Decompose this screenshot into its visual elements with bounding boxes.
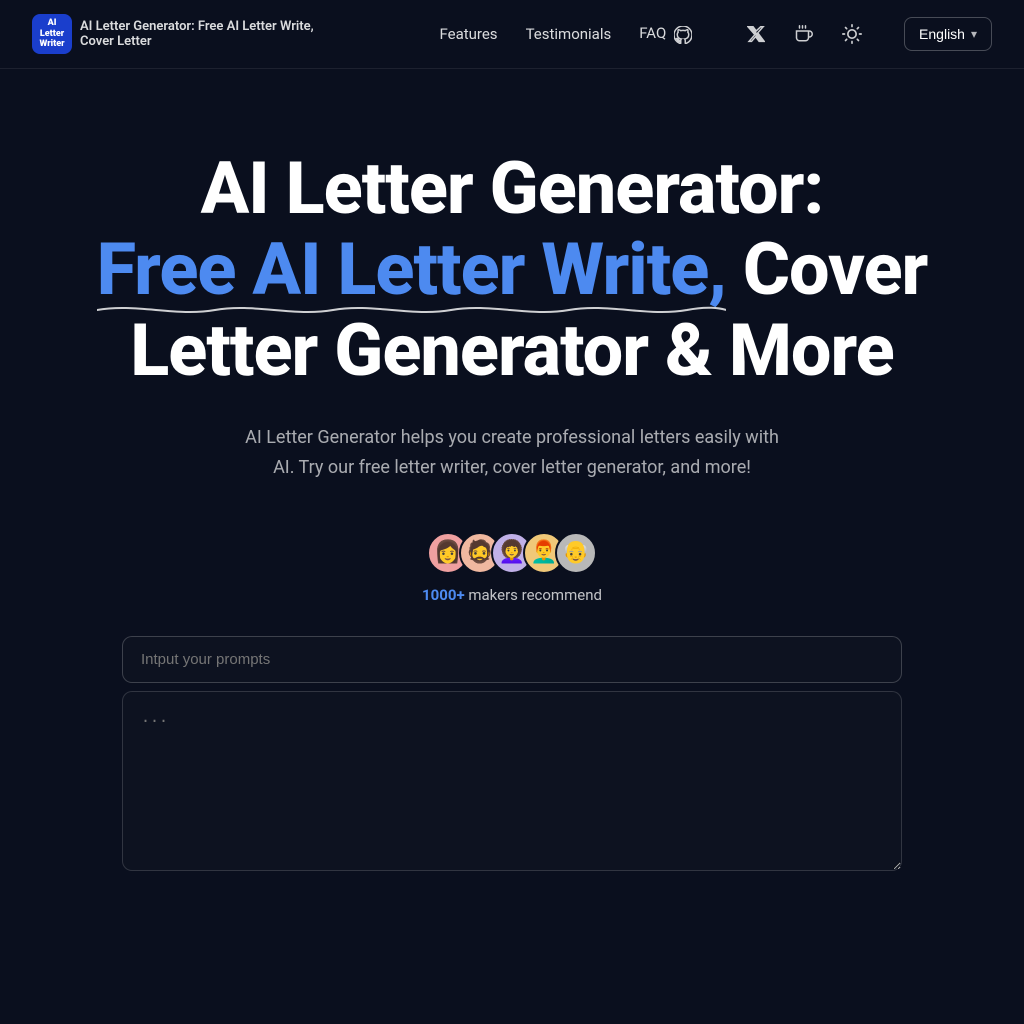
avatar: 👴 [555, 532, 597, 574]
input-section [102, 636, 922, 875]
avatar-group: 👩🧔👩‍🦱👨‍🦰👴 [427, 532, 597, 574]
hero-subtitle: AI Letter Generator helps you create pro… [245, 423, 779, 484]
coffee-button[interactable]: path{stroke:rgba(255,255,255,0.8);stroke… [788, 18, 820, 50]
social-suffix: makers recommend [465, 586, 602, 604]
hero-blue-text: Free AI Letter Write, [97, 227, 726, 312]
prompt-input[interactable] [122, 636, 902, 683]
hero-title-line3: Letter Generator & More [97, 311, 928, 390]
nav-link-testimonials[interactable]: Testimonials [526, 25, 612, 43]
hero-title: AI Letter Generator: Free AI Letter Writ… [97, 149, 928, 391]
sun-icon [842, 24, 862, 44]
output-textarea[interactable] [122, 691, 902, 871]
brand-title: AI Letter Generator: Free AI Letter Writ… [80, 19, 320, 49]
language-label: English [919, 26, 965, 42]
x-button[interactable] [740, 18, 772, 50]
theme-toggle-button[interactable] [836, 18, 868, 50]
hero-section: AI Letter Generator: Free AI Letter Writ… [0, 69, 1024, 915]
x-icon [747, 25, 765, 43]
logo-box: AI Letter Writer [32, 14, 72, 54]
github-icon [674, 26, 692, 44]
logo-text: AI Letter Writer [39, 18, 64, 50]
social-proof: 👩🧔👩‍🦱👨‍🦰👴 1000+ makers recommend [422, 532, 602, 604]
nav-links: Features Testimonials FAQ path{stroke:rg… [439, 17, 992, 51]
social-count: 1000+ [422, 586, 465, 604]
hero-subtitle-line2: AI. Try our free letter writer, cover le… [273, 457, 751, 478]
chevron-down-icon: ▾ [971, 27, 977, 41]
social-proof-text: 1000+ makers recommend [422, 586, 602, 604]
navigation: AI Letter Writer AI Letter Generator: Fr… [0, 0, 1024, 69]
hero-white-text: Cover [743, 227, 927, 312]
logo-link[interactable]: AI Letter Writer AI Letter Generator: Fr… [32, 14, 320, 54]
nav-link-faq[interactable]: FAQ [639, 24, 692, 43]
language-button[interactable]: English ▾ [904, 17, 992, 51]
squiggle-decoration [97, 301, 726, 319]
hero-title-line2: Free AI Letter Write, Cover [97, 230, 928, 309]
coffee-icon: path{stroke:rgba(255,255,255,0.8);stroke… [795, 25, 813, 43]
nav-link-features[interactable]: Features [439, 25, 497, 43]
blue-underline-wrapper: Free AI Letter Write, [97, 230, 726, 309]
nav-icon-group: path{stroke:rgba(255,255,255,0.8);stroke… [740, 18, 868, 50]
hero-subtitle-line1: AI Letter Generator helps you create pro… [245, 427, 779, 448]
hero-title-line1: AI Letter Generator: [97, 149, 928, 228]
